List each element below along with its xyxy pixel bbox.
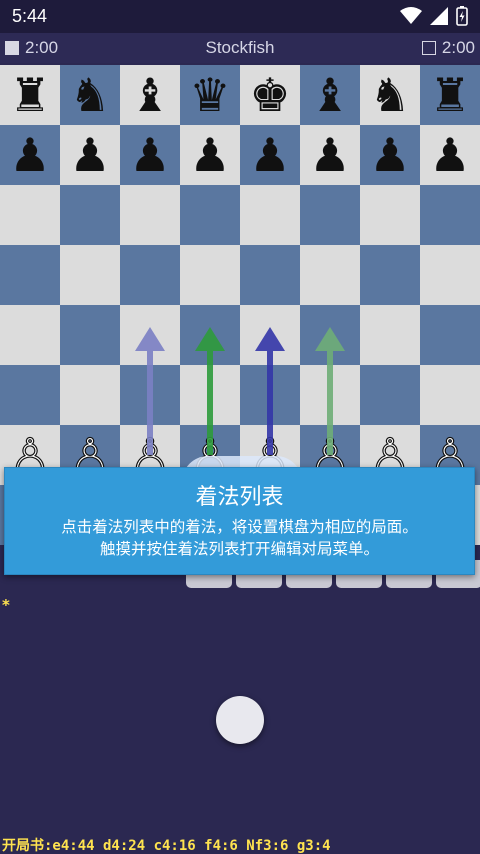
square-g4[interactable] bbox=[360, 305, 420, 365]
black-piece-g7[interactable]: ♟ bbox=[369, 132, 410, 178]
square-d5[interactable] bbox=[180, 245, 240, 305]
square-c5[interactable] bbox=[120, 245, 180, 305]
square-a8[interactable]: ♜ bbox=[0, 65, 60, 125]
square-b6[interactable] bbox=[60, 185, 120, 245]
black-piece-a7[interactable]: ♟ bbox=[9, 132, 50, 178]
tooltip-title: 着法列表 bbox=[195, 485, 284, 510]
square-b7[interactable]: ♟ bbox=[60, 125, 120, 185]
black-piece-h7[interactable]: ♟ bbox=[429, 132, 470, 178]
battery-icon bbox=[456, 6, 468, 26]
square-c4[interactable] bbox=[120, 305, 180, 365]
square-a5[interactable] bbox=[0, 245, 60, 305]
square-b5[interactable] bbox=[60, 245, 120, 305]
square-a7[interactable]: ♟ bbox=[0, 125, 60, 185]
black-piece-c8[interactable]: ♝ bbox=[129, 72, 170, 118]
square-g8[interactable]: ♞ bbox=[360, 65, 420, 125]
signal-icon bbox=[430, 7, 448, 25]
square-c8[interactable]: ♝ bbox=[120, 65, 180, 125]
tutorial-tooltip[interactable]: 着法列表 点击着法列表中的着法，将设置棋盘为相应的局面。 触摸并按住着法列表打开… bbox=[4, 467, 475, 575]
black-piece-d8[interactable]: ♛ bbox=[189, 72, 230, 118]
status-icons bbox=[400, 6, 468, 26]
tooltip-line-1: 点击着法列表中的着法，将设置棋盘为相应的局面。 bbox=[61, 518, 418, 536]
square-h7[interactable]: ♟ bbox=[420, 125, 480, 185]
status-time: 5:44 bbox=[12, 6, 48, 26]
square-f6[interactable] bbox=[300, 185, 360, 245]
square-d7[interactable]: ♟ bbox=[180, 125, 240, 185]
move-list-marker: * bbox=[2, 596, 10, 614]
square-a6[interactable] bbox=[0, 185, 60, 245]
square-g5[interactable] bbox=[360, 245, 420, 305]
square-g6[interactable] bbox=[360, 185, 420, 245]
engine-title: Stockfish bbox=[205, 38, 275, 57]
square-h8[interactable]: ♜ bbox=[420, 65, 480, 125]
black-to-move-indicator bbox=[421, 41, 436, 55]
black-piece-e7[interactable]: ♟ bbox=[249, 132, 290, 178]
square-d4[interactable] bbox=[180, 305, 240, 365]
square-a3[interactable] bbox=[0, 365, 60, 425]
square-c7[interactable]: ♟ bbox=[120, 125, 180, 185]
square-a4[interactable] bbox=[0, 305, 60, 365]
square-g3[interactable] bbox=[360, 365, 420, 425]
square-e8[interactable]: ♚ bbox=[240, 65, 300, 125]
black-piece-a8[interactable]: ♜ bbox=[9, 72, 50, 118]
square-e3[interactable] bbox=[240, 365, 300, 425]
black-piece-h8[interactable]: ♜ bbox=[429, 72, 470, 118]
black-piece-c7[interactable]: ♟ bbox=[129, 132, 170, 178]
square-b8[interactable]: ♞ bbox=[60, 65, 120, 125]
square-e6[interactable] bbox=[240, 185, 300, 245]
black-clock: 2:00 bbox=[421, 38, 475, 58]
square-f5[interactable] bbox=[300, 245, 360, 305]
opening-book-info: 开局书:e4:44 d4:24 c4:16 f4:6 Nf3:6 g3:4 bbox=[0, 832, 480, 854]
square-c6[interactable] bbox=[120, 185, 180, 245]
move-list[interactable]: * bbox=[0, 590, 480, 830]
square-f4[interactable] bbox=[300, 305, 360, 365]
square-f8[interactable]: ♝ bbox=[300, 65, 360, 125]
status-bar: 5:44 bbox=[0, 0, 480, 33]
black-piece-b8[interactable]: ♞ bbox=[69, 72, 110, 118]
square-c3[interactable] bbox=[120, 365, 180, 425]
black-piece-g8[interactable]: ♞ bbox=[369, 72, 410, 118]
square-e4[interactable] bbox=[240, 305, 300, 365]
square-f3[interactable] bbox=[300, 365, 360, 425]
black-piece-b7[interactable]: ♟ bbox=[69, 132, 110, 178]
square-d8[interactable]: ♛ bbox=[180, 65, 240, 125]
square-b3[interactable] bbox=[60, 365, 120, 425]
wifi-icon bbox=[400, 7, 422, 24]
floating-action-button[interactable] bbox=[216, 696, 264, 744]
square-d6[interactable] bbox=[180, 185, 240, 245]
black-clock-time: 2:00 bbox=[441, 38, 475, 57]
square-e5[interactable] bbox=[240, 245, 300, 305]
square-g7[interactable]: ♟ bbox=[360, 125, 420, 185]
square-b4[interactable] bbox=[60, 305, 120, 365]
tooltip-line-2: 触摸并按住着法列表打开编辑对局菜单。 bbox=[99, 540, 379, 558]
square-f7[interactable]: ♟ bbox=[300, 125, 360, 185]
black-piece-e8[interactable]: ♚ bbox=[249, 72, 290, 118]
square-e7[interactable]: ♟ bbox=[240, 125, 300, 185]
square-h3[interactable] bbox=[420, 365, 480, 425]
square-h6[interactable] bbox=[420, 185, 480, 245]
title-bar: 2:00 Stockfish 2:00 bbox=[0, 33, 480, 63]
square-h5[interactable] bbox=[420, 245, 480, 305]
black-piece-d7[interactable]: ♟ bbox=[189, 132, 230, 178]
black-piece-f8[interactable]: ♝ bbox=[309, 72, 350, 118]
square-h4[interactable] bbox=[420, 305, 480, 365]
square-d3[interactable] bbox=[180, 365, 240, 425]
black-piece-f7[interactable]: ♟ bbox=[309, 132, 350, 178]
